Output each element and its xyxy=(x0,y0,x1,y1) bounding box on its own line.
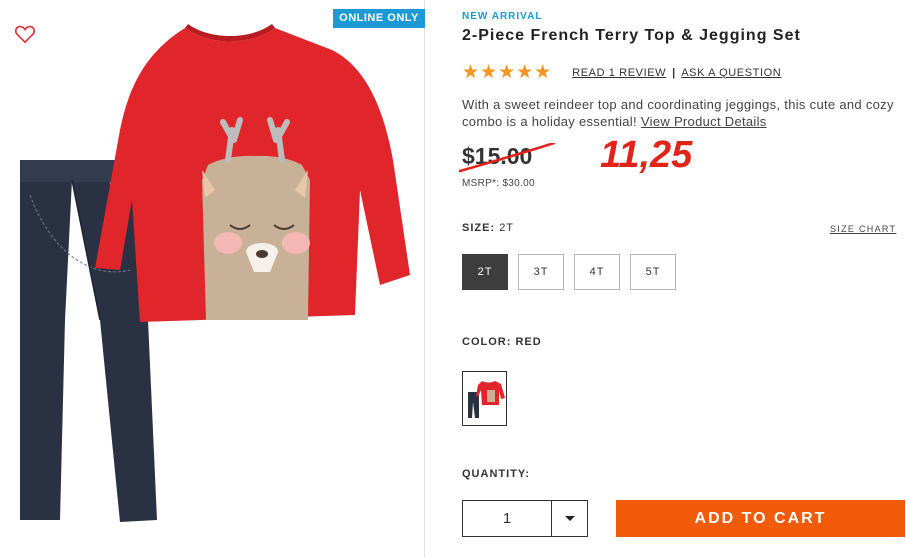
size-option-2t[interactable]: 2T xyxy=(462,254,508,290)
size-label: SIZE: 2T xyxy=(462,222,514,234)
product-title: 2-Piece French Terry Top & Jegging Set xyxy=(462,27,801,44)
size-option-5t[interactable]: 5T xyxy=(630,254,676,290)
selected-size-value: 2T xyxy=(499,222,515,234)
size-chart-link[interactable]: SIZE CHART xyxy=(830,224,896,234)
online-only-badge: ONLINE ONLY xyxy=(333,9,425,28)
product-details: NEW ARRIVAL 2-Piece French Terry Top & J… xyxy=(458,0,906,557)
quantity-selector[interactable]: 1 xyxy=(462,500,588,537)
rating-row: ★★★★★ READ 1 REVIEW | ASK A QUESTION xyxy=(462,61,781,84)
size-option-3t[interactable]: 3T xyxy=(518,254,564,290)
size-option-4t[interactable]: 4T xyxy=(574,254,620,290)
star-rating: ★★★★★ xyxy=(462,62,553,83)
price-block: $15.00 11,25 MSRP*: $30.00 xyxy=(458,134,762,193)
msrp-price: MSRP*: $30.00 xyxy=(462,178,535,189)
red-top-image xyxy=(95,24,410,322)
read-reviews-link[interactable]: READ 1 REVIEW xyxy=(572,67,666,79)
view-details-link[interactable]: View Product Details xyxy=(641,114,767,129)
quantity-label: QUANTITY: xyxy=(462,468,531,480)
price-strike-mark xyxy=(458,143,556,173)
size-label-text: SIZE: xyxy=(462,222,496,234)
swatch-thumbnail xyxy=(468,381,505,418)
image-panel: ONLINE ONLY xyxy=(0,0,425,557)
ask-question-link[interactable]: ASK A QUESTION xyxy=(681,67,781,79)
new-arrival-tag: NEW ARRIVAL xyxy=(462,11,543,22)
product-description: With a sweet reindeer top and coordinati… xyxy=(462,96,902,130)
chevron-down-icon xyxy=(564,515,575,521)
quantity-dropdown-button[interactable] xyxy=(552,501,587,536)
quantity-value[interactable]: 1 xyxy=(463,501,552,536)
size-options: 2T 3T 4T 5T xyxy=(462,254,676,290)
add-to-cart-button[interactable]: ADD TO CART xyxy=(616,500,905,537)
product-image xyxy=(20,24,410,522)
color-swatch-red[interactable] xyxy=(462,371,507,426)
handwritten-price: 11,25 xyxy=(600,134,693,176)
color-label: COLOR: RED xyxy=(462,336,542,348)
link-separator: | xyxy=(672,66,676,79)
